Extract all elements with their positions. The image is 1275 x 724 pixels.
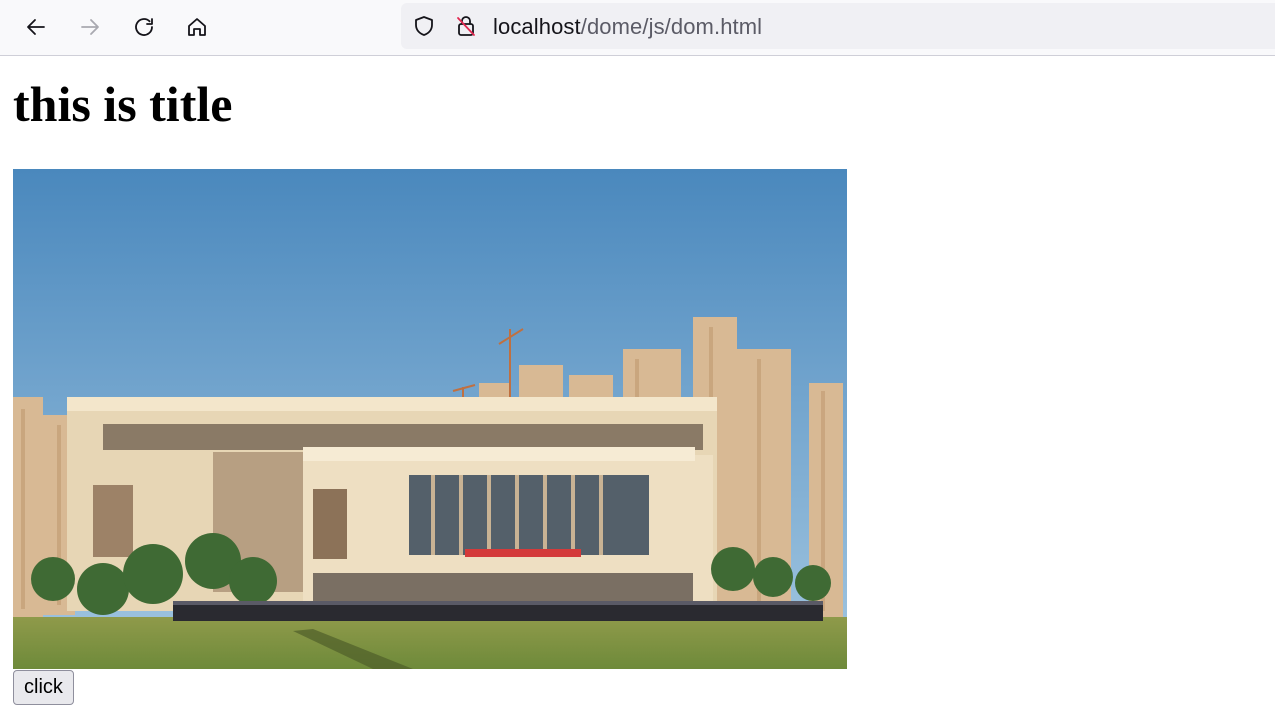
back-arrow-icon	[27, 19, 45, 35]
page-title: this is title	[13, 76, 233, 132]
click-button[interactable]: click	[13, 670, 74, 705]
shield-icon[interactable]	[412, 14, 436, 38]
url-host: localhost	[493, 14, 581, 39]
browser-toolbar: localhost/dome/js/dom.html	[0, 0, 1275, 56]
reload-button[interactable]	[127, 10, 161, 44]
reload-icon	[135, 18, 153, 36]
url-text[interactable]: localhost/dome/js/dom.html	[493, 15, 762, 39]
back-button[interactable]	[19, 10, 53, 44]
home-button[interactable]	[180, 10, 214, 44]
home-icon	[188, 18, 206, 36]
insecure-lock-icon[interactable]	[454, 14, 478, 38]
building-photo	[13, 169, 847, 669]
page-content: this is title click	[0, 57, 1275, 724]
forward-button[interactable]	[73, 10, 107, 44]
url-path: /dome/js/dom.html	[580, 14, 763, 39]
forward-arrow-icon	[81, 19, 99, 35]
address-bar[interactable]: localhost/dome/js/dom.html	[401, 3, 1275, 49]
